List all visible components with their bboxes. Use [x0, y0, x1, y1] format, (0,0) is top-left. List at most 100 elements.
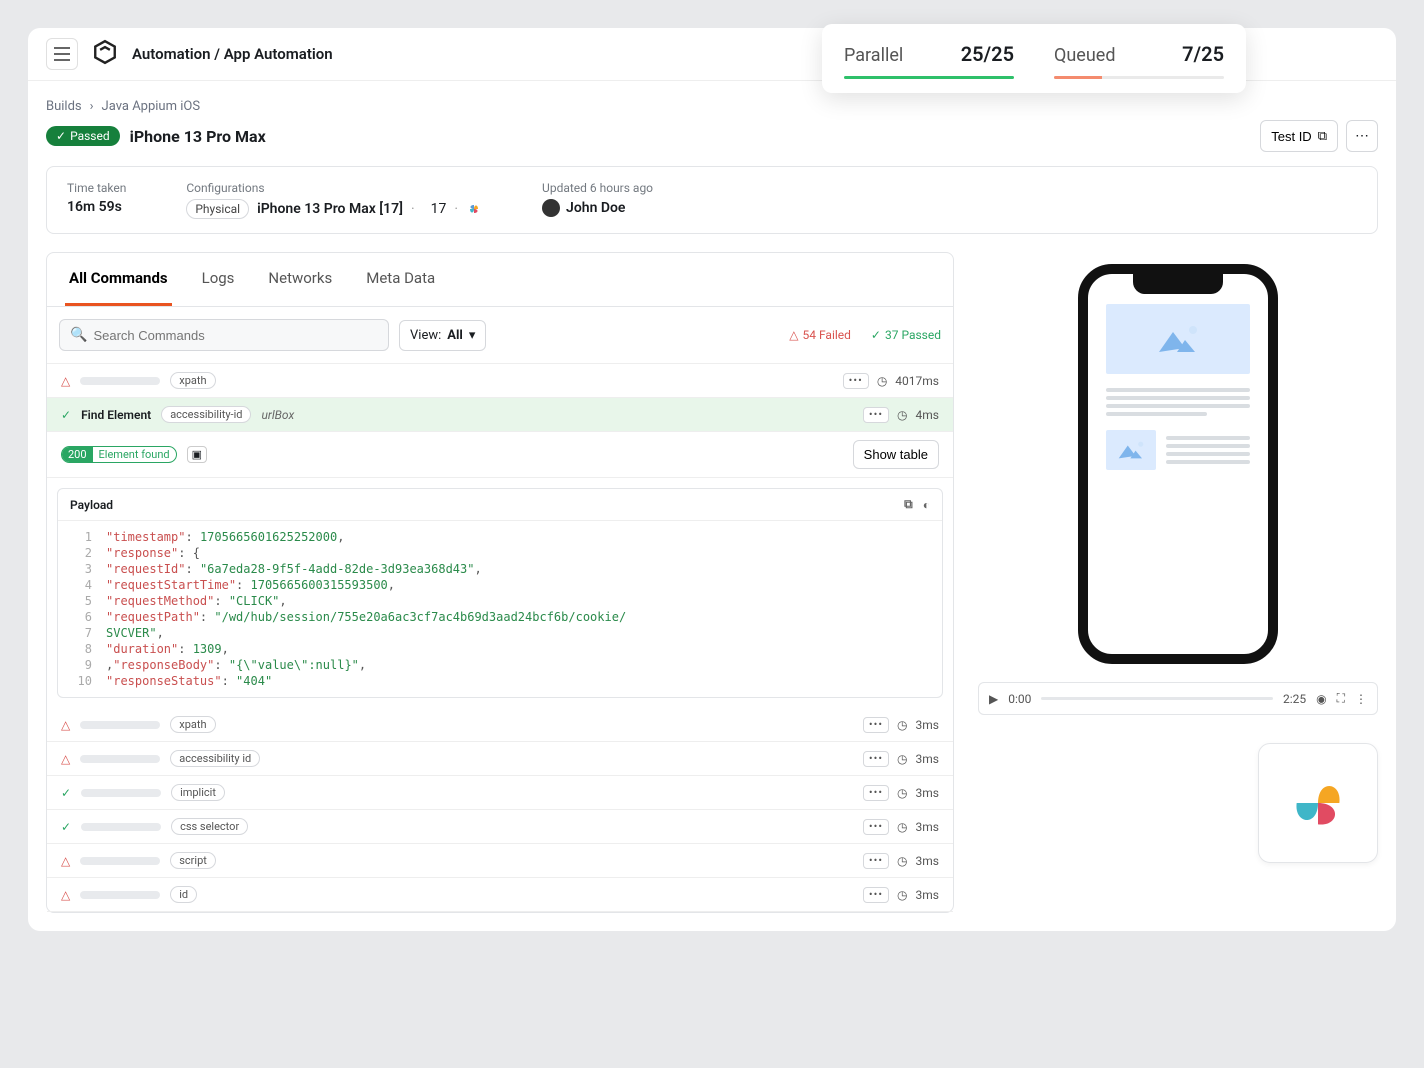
- menu-button[interactable]: [46, 38, 78, 70]
- physical-chip: Physical: [186, 199, 249, 219]
- row-more-button[interactable]: •••: [863, 751, 889, 767]
- selector-tag: implicit: [171, 784, 225, 801]
- clock-icon: ◷: [897, 752, 907, 766]
- selector-tag: css selector: [171, 818, 248, 835]
- search-field[interactable]: [93, 328, 378, 343]
- command-row[interactable]: △script•••◷3ms: [47, 844, 953, 878]
- tab-networks[interactable]: Networks: [264, 253, 336, 306]
- config-label: Configurations: [186, 181, 482, 195]
- device-preview: ▶ 0:00 2:25 ◉ ⛶ ⋮: [978, 252, 1378, 913]
- passed-count: ✓ 37 Passed: [871, 328, 941, 342]
- selector-tag: xpath: [170, 372, 215, 389]
- breadcrumb-leaf: Java Appium iOS: [102, 99, 201, 114]
- logo[interactable]: [92, 39, 118, 69]
- video-track[interactable]: [1041, 697, 1273, 700]
- top-title: Automation / App Automation: [132, 45, 333, 63]
- status-badge: ✓ Passed: [46, 126, 120, 146]
- selector-tag: accessibility-id: [161, 406, 251, 423]
- time-taken-label: Time taken: [67, 181, 126, 195]
- commands-panel: All Commands Logs Networks Meta Data 🔍 View…: [46, 252, 954, 913]
- copy-icon[interactable]: ⧉: [904, 497, 913, 512]
- device-name: iPhone 13 Pro Max [17]: [257, 201, 403, 217]
- view-dropdown[interactable]: View: All ▾: [399, 320, 486, 351]
- more-button[interactable]: ⋯: [1346, 120, 1378, 152]
- row-time: 4ms: [916, 408, 939, 422]
- selector-tag: id: [170, 886, 197, 903]
- failed-count: △ 54 Failed: [789, 328, 851, 342]
- skeleton: [80, 377, 160, 385]
- row-time: 3ms: [916, 854, 939, 868]
- pinwheel-icon: [1286, 771, 1350, 835]
- row-more-button[interactable]: •••: [863, 819, 889, 835]
- theme-icon[interactable]: ◐: [923, 498, 930, 512]
- copy-icon: ⧉: [1318, 128, 1327, 144]
- row-time: 3ms: [916, 718, 939, 732]
- phone-frame: [1078, 264, 1278, 664]
- skeleton: [80, 891, 160, 899]
- clock-icon: ◷: [897, 854, 907, 868]
- row-more-button[interactable]: •••: [843, 373, 869, 389]
- warning-icon: △: [61, 718, 70, 732]
- play-icon[interactable]: ▶: [989, 692, 998, 706]
- row-more-button[interactable]: •••: [863, 853, 889, 869]
- selector-tag: accessibility id: [170, 750, 260, 767]
- clock-icon: ◷: [897, 408, 907, 422]
- screenshot-icon[interactable]: ▣: [187, 446, 207, 463]
- command-row[interactable]: △accessibility id•••◷3ms: [47, 742, 953, 776]
- video-total-time: 2:25: [1283, 692, 1306, 706]
- test-id-button[interactable]: Test ID ⧉: [1260, 120, 1338, 152]
- command-row[interactable]: △id•••◷3ms: [47, 878, 953, 912]
- pinwheel-icon: [466, 201, 482, 217]
- user-name: John Doe: [566, 200, 625, 216]
- kebab-icon[interactable]: ⋮: [1355, 692, 1367, 706]
- updated-label: Updated 6 hours ago: [542, 181, 653, 195]
- info-card: Time taken 16m 59s Configurations Physic…: [46, 166, 1378, 234]
- row-more-button[interactable]: •••: [863, 717, 889, 733]
- clock-icon: ◷: [877, 374, 887, 388]
- fullscreen-icon[interactable]: ⛶: [1337, 691, 1345, 706]
- skeleton: [81, 789, 161, 797]
- warning-icon: △: [61, 854, 70, 868]
- video-current-time: 0:00: [1008, 692, 1031, 706]
- warning-icon: △: [61, 752, 70, 766]
- search-input[interactable]: 🔍: [59, 319, 389, 351]
- breadcrumb-root[interactable]: Builds: [46, 99, 82, 114]
- row-more-button[interactable]: •••: [863, 785, 889, 801]
- camera-icon[interactable]: ◉: [1316, 692, 1326, 706]
- stat-parallel-value: 25/25: [961, 42, 1014, 66]
- chevron-down-icon: ▾: [469, 328, 476, 343]
- tabs: All Commands Logs Networks Meta Data: [47, 253, 953, 307]
- command-row[interactable]: ✓css selector•••◷3ms: [47, 810, 953, 844]
- clock-icon: ◷: [897, 888, 907, 902]
- clock-icon: ◷: [897, 820, 907, 834]
- stat-queued: Queued 7/25: [1054, 42, 1224, 79]
- command-row[interactable]: ✓Find Elementaccessibility-idurlBox•••◷4…: [47, 398, 953, 432]
- tab-logs[interactable]: Logs: [198, 253, 239, 306]
- row-more-button[interactable]: •••: [863, 887, 889, 903]
- page-title: iPhone 13 Pro Max: [130, 127, 266, 146]
- command-row[interactable]: △xpath•••◷3ms: [47, 708, 953, 742]
- os-version: 17: [431, 201, 447, 217]
- skeleton: [80, 721, 160, 729]
- tab-all-commands[interactable]: All Commands: [65, 253, 172, 306]
- tab-meta-data[interactable]: Meta Data: [362, 253, 439, 306]
- stat-parallel: Parallel 25/25: [844, 42, 1014, 79]
- hamburger-icon: [54, 47, 70, 61]
- time-taken-value: 16m 59s: [67, 199, 126, 215]
- warning-icon: △: [61, 374, 70, 388]
- breadcrumb: Builds › Java Appium iOS: [46, 99, 1378, 114]
- selector-value: urlBox: [261, 408, 294, 422]
- command-row[interactable]: ✓implicit•••◷3ms: [47, 776, 953, 810]
- dots-icon: ⋯: [1355, 128, 1369, 144]
- stats-card: Parallel 25/25 Queued 7/25: [822, 24, 1246, 93]
- payload-title: Payload: [70, 498, 113, 512]
- row-more-button[interactable]: •••: [863, 407, 889, 423]
- status-chip: 200Element found: [61, 446, 177, 463]
- row-time: 3ms: [916, 888, 939, 902]
- clock-icon: ◷: [897, 786, 907, 800]
- video-controls[interactable]: ▶ 0:00 2:25 ◉ ⛶ ⋮: [978, 682, 1378, 715]
- command-row[interactable]: △xpath•••◷4017ms: [47, 364, 953, 398]
- show-table-button[interactable]: Show table: [853, 440, 939, 469]
- browser-logo-card[interactable]: [1258, 743, 1378, 863]
- check-icon: ✓: [61, 786, 71, 800]
